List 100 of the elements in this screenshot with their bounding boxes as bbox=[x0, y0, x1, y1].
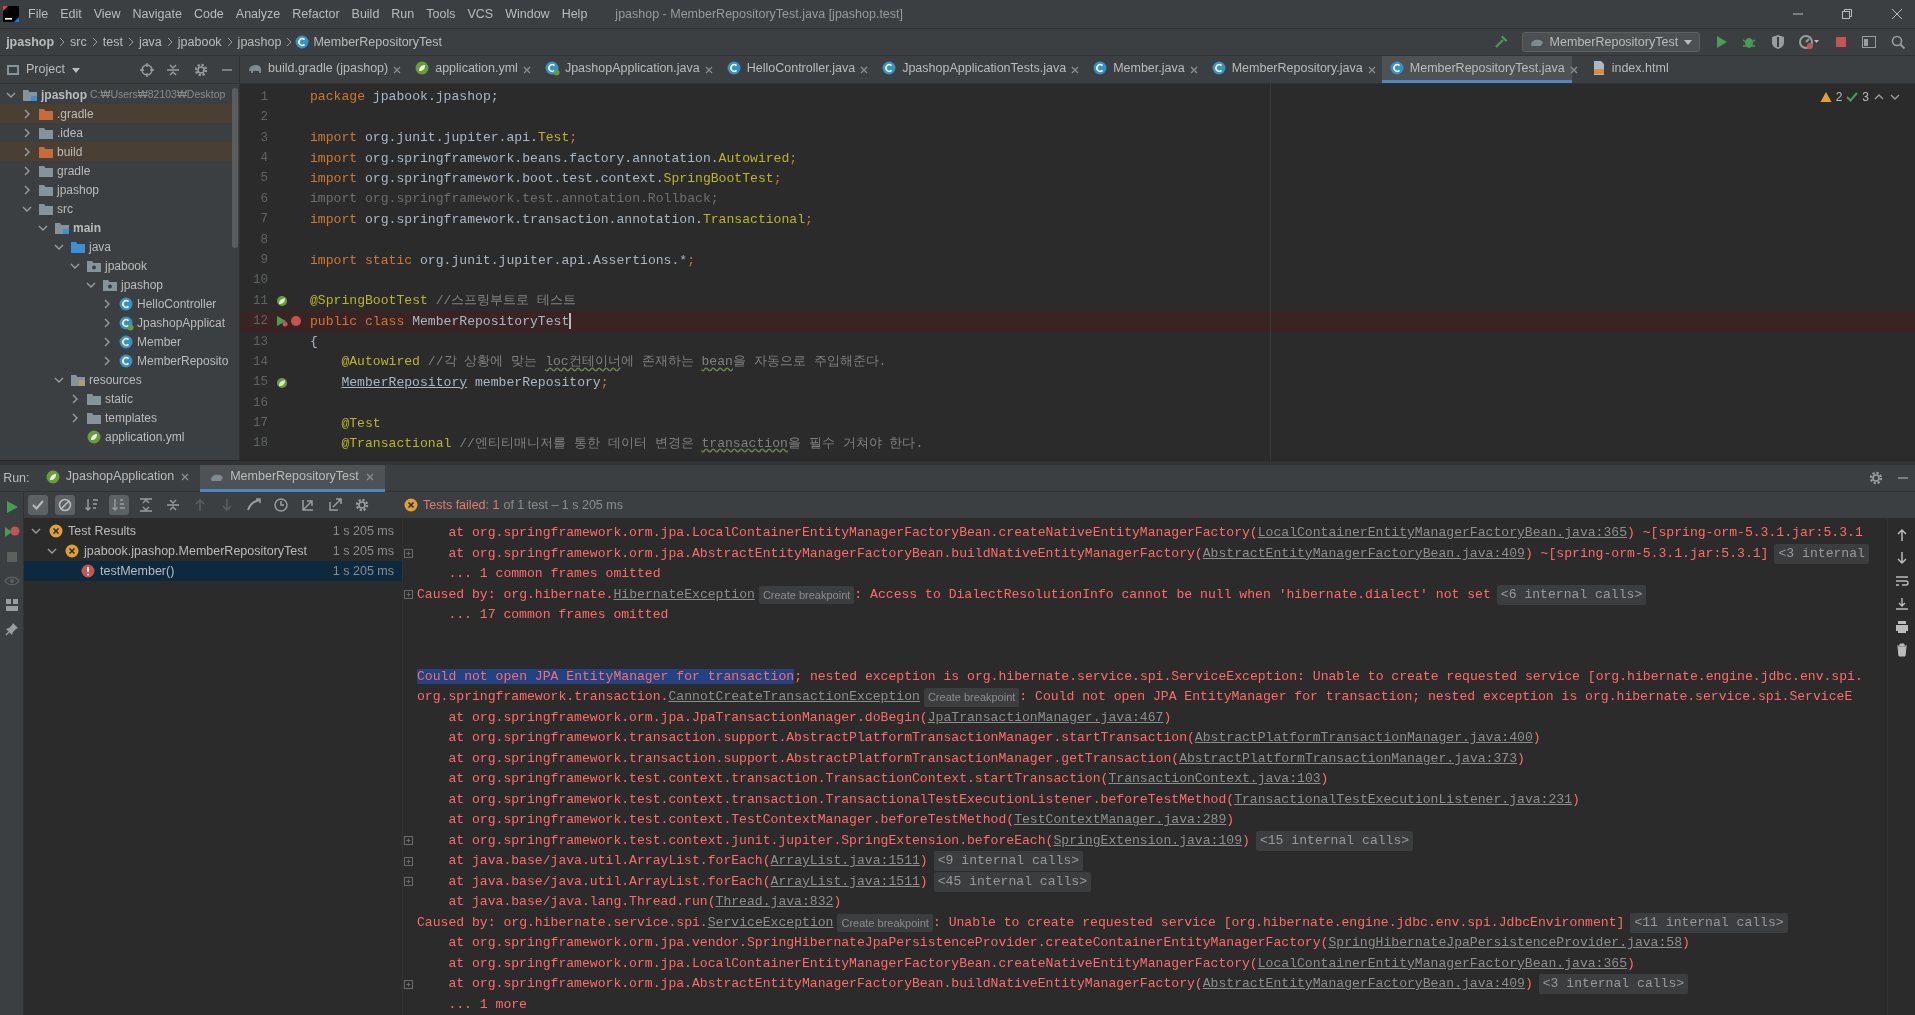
scrollbar-thumb[interactable] bbox=[232, 88, 238, 248]
hammer-icon[interactable] bbox=[1493, 34, 1510, 50]
gauge-icon[interactable] bbox=[1798, 34, 1821, 50]
shield-icon[interactable] bbox=[1769, 34, 1786, 50]
tree-item[interactable]: Member bbox=[137, 332, 181, 351]
tree-item[interactable]: jpashop bbox=[57, 180, 100, 199]
trash-icon[interactable] bbox=[1894, 643, 1909, 657]
tree-item[interactable]: java bbox=[89, 237, 111, 256]
rerun-failed-icon[interactable] bbox=[3, 524, 20, 540]
run-configuration-dropdown[interactable]: MemberRepositoryTest bbox=[1521, 32, 1701, 52]
collapse-all-icon[interactable] bbox=[165, 497, 181, 513]
tree-item[interactable]: MemberReposito bbox=[137, 351, 229, 370]
internal-calls-chip[interactable]: <15 internal calls> bbox=[1255, 830, 1414, 851]
tree-item[interactable]: jpashop bbox=[121, 275, 164, 294]
rerun-icon[interactable] bbox=[4, 500, 19, 514]
sort-duration-icon[interactable] bbox=[111, 497, 127, 513]
test-item[interactable]: jpabook.jpashop.MemberRepositoryTest bbox=[84, 541, 308, 561]
source-link[interactable]: SpringHibernateJpaPersistenceProvider.java:58 bbox=[1328, 935, 1683, 951]
breadcrumb[interactable]: src bbox=[70, 32, 87, 52]
breadcrumb[interactable]: jpashop bbox=[237, 32, 282, 52]
breadcrumb[interactable]: MemberRepositoryTest bbox=[313, 32, 442, 52]
export-icon[interactable] bbox=[300, 497, 316, 513]
file-tab[interactable]: HelloController.java bbox=[718, 56, 863, 83]
run-tab[interactable]: JpashopApplication bbox=[35, 464, 201, 492]
internal-calls-chip[interactable]: <3 internal calls> bbox=[1538, 974, 1689, 995]
tree-item[interactable]: .idea bbox=[57, 123, 84, 142]
breadcrumb[interactable]: jpabook bbox=[177, 32, 222, 52]
settings-icon[interactable] bbox=[192, 61, 209, 78]
create-breakpoint-chip[interactable]: Create breakpoint bbox=[837, 913, 933, 932]
menu-item[interactable]: Window bbox=[499, 4, 556, 24]
tree-item[interactable]: static bbox=[105, 389, 133, 408]
soft-wrap-icon[interactable] bbox=[1894, 574, 1909, 588]
tree-item[interactable]: resources bbox=[89, 370, 142, 389]
expand-icon[interactable] bbox=[403, 835, 414, 847]
source-link[interactable]: HibernateException bbox=[613, 586, 755, 602]
source-link[interactable]: SpringExtension.java:109 bbox=[1053, 832, 1242, 848]
run-tab[interactable]: MemberRepositoryTest bbox=[200, 464, 385, 492]
create-breakpoint-chip[interactable]: Create breakpoint bbox=[923, 688, 1020, 707]
internal-calls-chip[interactable]: <9 internal calls> bbox=[933, 851, 1084, 872]
tree-item[interactable]: HelloController bbox=[137, 294, 217, 313]
breadcrumb[interactable]: test bbox=[102, 32, 123, 52]
source-link[interactable]: Thread.java:832 bbox=[715, 894, 834, 910]
file-tab[interactable]: JpashopApplicationTests.java bbox=[874, 56, 1074, 83]
tree-item[interactable]: JpashopApplicat bbox=[137, 313, 226, 332]
show-ignored-icon[interactable] bbox=[57, 497, 73, 513]
panel-title[interactable]: Project bbox=[26, 60, 65, 79]
source-link[interactable]: TestContextManager.java:289 bbox=[1014, 812, 1227, 828]
print-icon[interactable] bbox=[1894, 620, 1909, 634]
create-breakpoint-chip[interactable]: Create breakpoint bbox=[758, 585, 855, 604]
file-tab[interactable]: build.gradle (jpashop) bbox=[240, 56, 396, 83]
layout-icon[interactable] bbox=[4, 598, 19, 612]
search-icon[interactable] bbox=[1889, 34, 1906, 50]
tree-item[interactable]: jpashop bbox=[41, 85, 87, 104]
source-link[interactable]: LocalContainerEntityManagerFactoryBean.java:365 bbox=[1257, 955, 1628, 971]
tree-item[interactable]: templates bbox=[105, 408, 158, 427]
open-external-icon[interactable] bbox=[327, 497, 343, 513]
history-icon[interactable] bbox=[273, 497, 289, 513]
restore-icon[interactable] bbox=[1841, 8, 1853, 20]
source-link[interactable]: ArrayList.java:1511 bbox=[770, 873, 920, 889]
menu-item[interactable]: View bbox=[87, 4, 127, 24]
source-link[interactable]: AbstractEntityManagerFactoryBean.java:409 bbox=[1202, 545, 1525, 561]
expand-icon[interactable] bbox=[403, 548, 414, 560]
source-link[interactable]: AbstractPlatformTransactionManager.java:400 bbox=[1194, 730, 1533, 746]
target-icon[interactable] bbox=[139, 62, 154, 77]
menu-item[interactable]: Edit bbox=[54, 4, 88, 24]
menu-item[interactable]: Analyze bbox=[229, 4, 287, 24]
menu-item[interactable]: File bbox=[22, 4, 55, 24]
menu-item[interactable]: Navigate bbox=[126, 4, 188, 24]
source-link[interactable]: AbstractEntityManagerFactoryBean.java:409 bbox=[1202, 976, 1525, 992]
file-tab[interactable]: MemberRepository.java bbox=[1203, 56, 1370, 83]
file-tab[interactable]: index.html bbox=[1583, 56, 1676, 83]
internal-calls-chip[interactable]: <6 internal calls> bbox=[1496, 584, 1647, 605]
tree-item[interactable]: jpabook bbox=[105, 256, 148, 275]
breadcrumb[interactable]: java bbox=[138, 32, 162, 52]
menu-item[interactable]: Code bbox=[187, 4, 230, 24]
source-link[interactable]: JpaTransactionManager.java:467 bbox=[927, 709, 1164, 725]
arrow-down-icon[interactable] bbox=[1894, 551, 1909, 565]
source-link[interactable]: TransactionContext.java:103 bbox=[1108, 771, 1321, 787]
pin-icon[interactable] bbox=[4, 622, 19, 636]
expand-all-icon[interactable] bbox=[138, 497, 154, 513]
breakpoint-icon[interactable] bbox=[290, 315, 302, 328]
source-link[interactable]: TransactionalTestExecutionListener.java:231 bbox=[1234, 791, 1573, 807]
breadcrumb[interactable]: jpashop bbox=[6, 32, 55, 52]
source-link[interactable]: ArrayList.java:1511 bbox=[770, 853, 920, 869]
tree-item[interactable]: application.yml bbox=[105, 427, 185, 446]
source-link[interactable]: CannotCreateTransactionException bbox=[668, 689, 920, 705]
source-link[interactable]: LocalContainerEntityManagerFactoryBean.java:365 bbox=[1257, 525, 1628, 541]
settings-icon[interactable] bbox=[354, 497, 370, 513]
sort-icon[interactable] bbox=[84, 497, 100, 513]
menu-item[interactable]: Refactor bbox=[286, 4, 346, 24]
menu-item[interactable]: Build bbox=[345, 4, 386, 24]
source-link[interactable]: ServiceException bbox=[707, 914, 834, 930]
internal-calls-chip[interactable]: <45 internal calls> bbox=[933, 871, 1091, 892]
internal-calls-chip[interactable]: <3 internal bbox=[1774, 543, 1869, 564]
file-tab[interactable]: Member.java bbox=[1085, 56, 1192, 83]
file-tab[interactable]: application.yml bbox=[407, 56, 525, 83]
menu-item[interactable]: VCS bbox=[461, 4, 500, 24]
tree-item[interactable]: src bbox=[57, 199, 73, 218]
expand-icon[interactable] bbox=[403, 855, 414, 867]
tree-item[interactable]: gradle bbox=[57, 161, 91, 180]
